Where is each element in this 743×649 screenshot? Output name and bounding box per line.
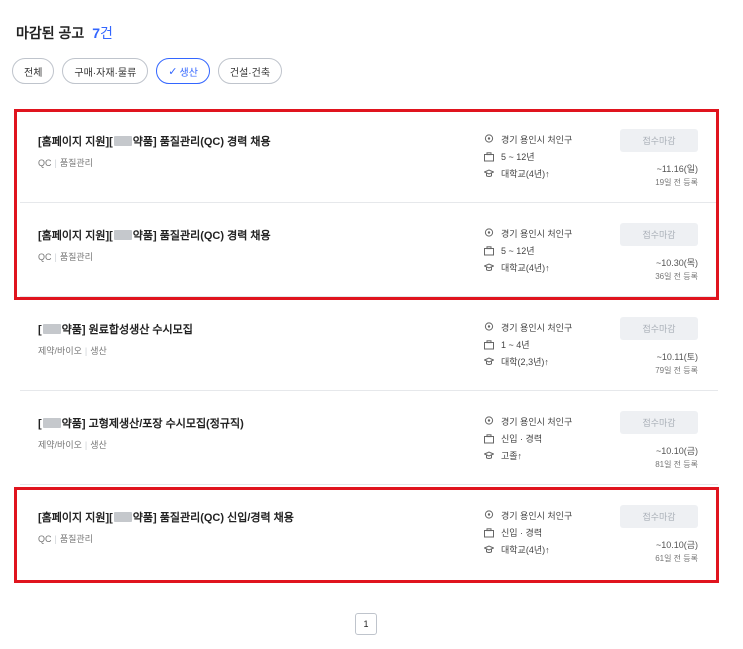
application-closed-button: 접수마감 <box>620 411 698 434</box>
education-line: 고졸↑ <box>484 447 572 464</box>
title-text: 마감된 공고 <box>16 25 85 41</box>
location-text: 경기 용인시 처인구 <box>501 417 573 427</box>
redacted-block <box>42 324 61 334</box>
job-tag: 생산 <box>90 440 107 450</box>
career-text: 신입 · 경력 <box>501 434 543 444</box>
location-pin-icon <box>484 416 494 425</box>
filter-label: 전체 <box>24 67 43 79</box>
location-text: 경기 용인시 처인구 <box>501 323 573 333</box>
education-line: 대학(2,3년)↑ <box>484 353 572 370</box>
tag-divider: | <box>84 440 88 450</box>
briefcase-icon <box>484 339 494 349</box>
location-line: 경기 용인시 처인구 <box>484 413 572 430</box>
check-icon: ✓ <box>168 65 178 78</box>
application-closed-button: 접수마감 <box>620 317 698 340</box>
job-tag: 제약/바이오 <box>38 346 82 356</box>
job-row[interactable]: [ 약품] 고형제생산/포장 수시모집(정규직) 제약/바이오 | 생산 경기 용인시… <box>20 391 718 485</box>
education-text: 대학(2,3년)↑ <box>501 357 549 367</box>
career-line: 신입 · 경력 <box>484 430 572 447</box>
posted-ago: 81일 전 등록 <box>655 460 698 469</box>
job-tags: 제약/바이오 | 생산 <box>38 344 107 357</box>
location-pin-icon <box>484 322 494 331</box>
category-filter-bar: 전체 구매·자재·물류 ✓ 생산 건설·건축 <box>12 58 283 84</box>
deadline-date: ~10.10(금) <box>655 446 698 456</box>
job-tag: 제약/바이오 <box>38 440 82 450</box>
posted-ago: 79일 전 등록 <box>655 366 698 375</box>
page-title: 마감된 공고 7건 <box>16 23 113 43</box>
filter-chip-all[interactable]: 전체 <box>12 58 55 84</box>
result-count-unit: 건 <box>99 25 113 41</box>
title-suffix: 약품] 고형제생산/포장 수시모집(정규직) <box>61 418 244 430</box>
job-tags: 제약/바이오 | 생산 <box>38 438 107 451</box>
job-meta: 경기 용인시 처인구 1 ~ 4년 대학(2,3년)↑ <box>484 319 572 370</box>
title-prefix: [ <box>38 418 42 430</box>
filter-chip-construction[interactable]: 건설·건축 <box>217 58 283 84</box>
career-line: 1 ~ 4년 <box>484 336 572 353</box>
graduation-cap-icon <box>484 451 494 460</box>
briefcase-icon <box>484 433 494 443</box>
job-row[interactable]: [ 약품] 원료합성생산 수시모집 제약/바이오 | 생산 경기 용인시 처인구 1 … <box>20 297 718 391</box>
filter-chip-purchase[interactable]: 구매·자재·물류 <box>62 58 149 84</box>
title-prefix: [ <box>38 324 42 336</box>
status-label: 접수마감 <box>642 418 676 428</box>
education-text: 고졸↑ <box>501 451 523 461</box>
career-text: 1 ~ 4년 <box>501 340 530 350</box>
filter-chip-production[interactable]: ✓ 생산 <box>156 58 210 84</box>
highlight-box <box>14 109 719 300</box>
graduation-cap-icon <box>484 357 494 366</box>
highlight-box <box>14 487 719 583</box>
filter-label: 건설·건축 <box>229 67 271 79</box>
status-label: 접수마감 <box>642 324 676 334</box>
filter-label: 구매·자재·물류 <box>74 67 137 79</box>
filter-label: 생산 <box>179 67 198 79</box>
page-number: 1 <box>363 619 369 629</box>
job-title[interactable]: [ 약품] 고형제생산/포장 수시모집(정규직) <box>38 415 244 431</box>
job-tag: 생산 <box>90 346 107 356</box>
tag-divider: | <box>84 346 88 356</box>
pagination-page-button[interactable]: 1 <box>355 613 377 635</box>
job-meta: 경기 용인시 처인구 신입 · 경력 고졸↑ <box>484 413 572 464</box>
result-count: 7 <box>92 25 100 41</box>
title-suffix: 약품] 원료합성생산 수시모집 <box>61 324 193 336</box>
deadline-date: ~10.11(토) <box>656 352 698 362</box>
job-title[interactable]: [ 약품] 원료합성생산 수시모집 <box>38 321 193 337</box>
redacted-block <box>42 418 61 428</box>
location-line: 경기 용인시 처인구 <box>484 319 572 336</box>
